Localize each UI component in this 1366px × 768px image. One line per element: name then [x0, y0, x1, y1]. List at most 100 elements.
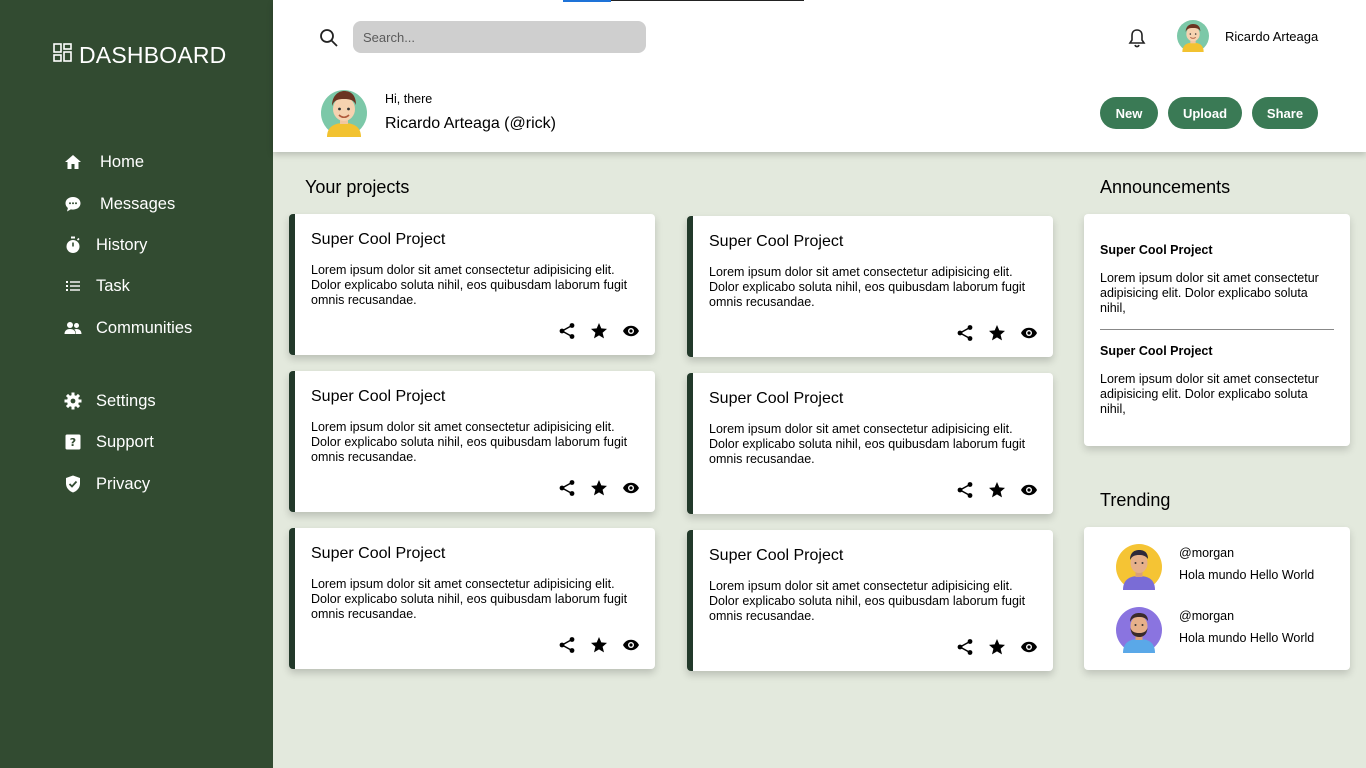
- sidebar-item-communities[interactable]: Communities: [64, 316, 192, 340]
- brand[interactable]: DASHBOARD: [53, 42, 227, 69]
- star-icon[interactable]: [987, 323, 1007, 343]
- star-icon[interactable]: [589, 635, 609, 655]
- sidebar-item-privacy[interactable]: Privacy: [64, 472, 150, 496]
- announcement-title: Super Cool Project: [1100, 344, 1213, 358]
- avatar: [1116, 607, 1162, 653]
- project-card[interactable]: Super Cool Project Lorem ipsum dolor sit …: [289, 528, 655, 669]
- star-icon[interactable]: [987, 637, 1007, 657]
- greeting-text: Hi, there: [385, 92, 433, 106]
- trending-item[interactable]: @morgan Hola mundo Hello World: [1116, 607, 1336, 655]
- bell-icon[interactable]: [1128, 28, 1146, 48]
- sidebar-item-label: Communities: [96, 318, 193, 337]
- sidebar-item-label: Settings: [96, 391, 156, 410]
- search-input[interactable]: [353, 21, 646, 53]
- share-icon[interactable]: [955, 480, 975, 500]
- project-title: Super Cool Project: [311, 545, 446, 562]
- project-description: Lorem ipsum dolor sit amet consectetur a…: [311, 263, 628, 307]
- project-description: Lorem ipsum dolor sit amet consectetur a…: [709, 579, 1026, 623]
- sidebar-item-settings[interactable]: Settings: [64, 389, 156, 413]
- trending-handle[interactable]: @morgan: [1179, 546, 1234, 560]
- project-actions: [955, 637, 1039, 657]
- trending-handle[interactable]: @morgan: [1179, 609, 1234, 623]
- project-actions: [557, 478, 641, 498]
- announcement-text: Lorem ipsum dolor sit amet consectetur a…: [1100, 271, 1319, 315]
- share-icon[interactable]: [955, 323, 975, 343]
- sidebar-item-support[interactable]: ? Support: [64, 430, 154, 454]
- project-card[interactable]: Super Cool Project Lorem ipsum dolor sit …: [687, 216, 1053, 357]
- share-button[interactable]: Share: [1252, 97, 1318, 129]
- project-card[interactable]: Super Cool Project Lorem ipsum dolor sit …: [289, 371, 655, 512]
- profile-avatar: [320, 87, 368, 137]
- share-icon[interactable]: [557, 321, 577, 341]
- gear-icon: [64, 392, 82, 410]
- announcement-title: Super Cool Project: [1100, 243, 1213, 257]
- star-icon[interactable]: [589, 321, 609, 341]
- star-icon[interactable]: [987, 480, 1007, 500]
- project-actions: [557, 321, 641, 341]
- top-header: Ricardo Arteaga Hi, there Ricardo Arteag…: [273, 0, 1366, 152]
- dashboard-grid-icon: [53, 43, 73, 68]
- top-accent-bar: [563, 0, 611, 2]
- user-avatar-small[interactable]: [1177, 20, 1209, 52]
- project-description: Lorem ipsum dolor sit amet consectetur a…: [709, 265, 1026, 309]
- project-description: Lorem ipsum dolor sit amet consectetur a…: [311, 420, 628, 464]
- sidebar: DASHBOARD Home Messages History Task Com…: [0, 0, 273, 768]
- sidebar-item-label: Home: [100, 152, 145, 171]
- avatar: [1116, 544, 1162, 590]
- share-icon[interactable]: [557, 635, 577, 655]
- sidebar-item-messages[interactable]: Messages: [64, 192, 175, 216]
- eye-icon[interactable]: [1019, 323, 1039, 343]
- trending-message: Hola mundo Hello World: [1179, 631, 1315, 645]
- trending-title: Trending: [1100, 490, 1171, 510]
- eye-icon[interactable]: [621, 478, 641, 498]
- sidebar-item-home[interactable]: Home: [64, 150, 144, 174]
- project-actions: [557, 635, 641, 655]
- sidebar-item-label: Messages: [100, 194, 176, 213]
- announcement-item[interactable]: Super Cool Project Lorem ipsum dolor sit…: [1100, 344, 1334, 417]
- project-actions: [955, 480, 1039, 500]
- announcement-divider: [1100, 329, 1334, 330]
- share-icon[interactable]: [557, 478, 577, 498]
- announcement-text: Lorem ipsum dolor sit amet consectetur a…: [1100, 372, 1319, 416]
- announcement-item[interactable]: Super Cool Project Lorem ipsum dolor sit…: [1100, 243, 1334, 316]
- profile-display-name: Ricardo Arteaga (@rick): [385, 115, 556, 132]
- trending-item[interactable]: @morgan Hola mundo Hello World: [1116, 544, 1336, 592]
- sidebar-item-label: Support: [96, 432, 154, 451]
- top-accent-line: [611, 0, 804, 1]
- star-icon[interactable]: [589, 478, 609, 498]
- home-icon: [64, 153, 82, 171]
- eye-icon[interactable]: [1019, 480, 1039, 500]
- project-title: Super Cool Project: [709, 233, 844, 250]
- search-icon[interactable]: [319, 28, 339, 48]
- people-icon: [64, 319, 82, 337]
- chat-bubble-icon: [64, 195, 82, 213]
- trending-panel: @morgan Hola mundo Hello World @morgan H…: [1084, 527, 1350, 670]
- brand-title: DASHBOARD: [79, 42, 227, 68]
- project-actions: [955, 323, 1039, 343]
- project-card[interactable]: Super Cool Project Lorem ipsum dolor sit …: [289, 214, 655, 355]
- stopwatch-icon: [64, 236, 82, 254]
- project-title: Super Cool Project: [709, 547, 844, 564]
- eye-icon[interactable]: [621, 635, 641, 655]
- project-title: Super Cool Project: [311, 231, 446, 248]
- svg-text:?: ?: [70, 436, 76, 449]
- eye-icon[interactable]: [621, 321, 641, 341]
- project-title: Super Cool Project: [709, 390, 844, 407]
- new-button[interactable]: New: [1100, 97, 1158, 129]
- project-card[interactable]: Super Cool Project Lorem ipsum dolor sit …: [687, 373, 1053, 514]
- sidebar-item-history[interactable]: History: [64, 233, 147, 257]
- sidebar-item-label: Task: [96, 276, 130, 295]
- sidebar-item-label: Privacy: [96, 474, 151, 493]
- trending-message: Hola mundo Hello World: [1179, 568, 1315, 582]
- eye-icon[interactable]: [1019, 637, 1039, 657]
- sidebar-item-label: History: [96, 235, 148, 254]
- announcements-title: Announcements: [1100, 177, 1231, 197]
- sidebar-item-task[interactable]: Task: [64, 274, 130, 298]
- header-username[interactable]: Ricardo Arteaga: [1225, 29, 1318, 44]
- project-card[interactable]: Super Cool Project Lorem ipsum dolor sit …: [687, 530, 1053, 671]
- projects-title: Your projects: [305, 177, 410, 197]
- share-icon[interactable]: [955, 637, 975, 657]
- announcements-panel: Super Cool Project Lorem ipsum dolor sit…: [1084, 214, 1350, 446]
- upload-button[interactable]: Upload: [1168, 97, 1242, 129]
- project-title: Super Cool Project: [311, 388, 446, 405]
